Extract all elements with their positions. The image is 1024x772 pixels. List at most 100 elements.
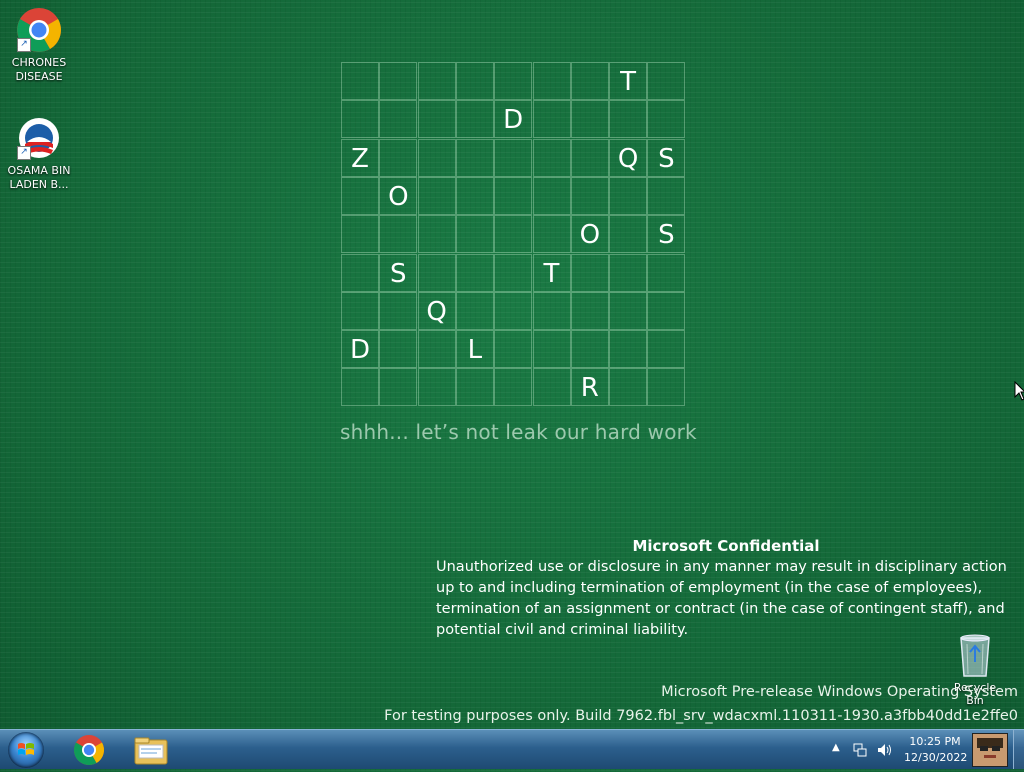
- build-watermark-string: For testing purposes only. Build 7962.fb…: [384, 708, 1018, 724]
- grid-empty-cell: [532, 138, 571, 177]
- grid-empty-cell: [494, 215, 533, 254]
- grid-empty-cell: [341, 253, 379, 292]
- grid-empty-cell: [455, 138, 494, 177]
- desktop-icon-chrome-shortcut[interactable]: ↗ CHRONES DISEASE: [3, 6, 75, 84]
- taskbar-chrome-button[interactable]: [63, 732, 115, 768]
- grid-empty-cell: [570, 62, 609, 100]
- grid-empty-cell: [532, 291, 571, 330]
- grid-empty-cell: [455, 100, 494, 139]
- grid-empty-cell: [647, 291, 686, 330]
- grid-empty-cell: [494, 291, 533, 330]
- taskbar-file-explorer-button[interactable]: [125, 732, 177, 768]
- grid-empty-cell: [570, 176, 609, 215]
- grid-empty-cell: [379, 291, 418, 330]
- show-hidden-icons-icon[interactable]: ▲: [832, 742, 840, 753]
- grid-empty-cell: [341, 176, 379, 215]
- desktop-icon-label: CHRONES DISEASE: [11, 56, 67, 83]
- grid-empty-cell: [532, 215, 571, 254]
- system-clock[interactable]: 10:25 PM 12/30/2022: [904, 734, 968, 766]
- chrome-icon: [73, 735, 105, 766]
- chrome-icon: ↗: [15, 6, 63, 54]
- grid-empty-cell: [647, 368, 686, 407]
- show-desktop-button[interactable]: [1013, 730, 1024, 769]
- build-watermark-title: Microsoft Pre-release Windows Operating …: [661, 684, 1018, 700]
- grid-caption: shhh... let’s not leak our hard work: [340, 420, 697, 444]
- start-button[interactable]: [6, 730, 46, 769]
- mouse-cursor-icon: [1014, 381, 1024, 401]
- grid-empty-cell: [417, 253, 456, 292]
- grid-letter-cell: R: [570, 368, 609, 407]
- grid-empty-cell: [647, 62, 686, 100]
- confidential-body: Unauthorized use or disclosure in any ma…: [436, 559, 1007, 638]
- grid-empty-cell: [379, 330, 418, 369]
- obama-logo-icon: ↗: [15, 114, 63, 162]
- user-avatar[interactable]: [972, 733, 1008, 767]
- grid-empty-cell: [379, 368, 418, 407]
- grid-empty-cell: [570, 330, 609, 369]
- grid-empty-cell: [455, 291, 494, 330]
- grid-empty-cell: [341, 215, 379, 254]
- grid-letter-cell: O: [570, 215, 609, 254]
- grid-empty-cell: [532, 368, 571, 407]
- grid-letter-cell: Q: [609, 138, 648, 177]
- grid-empty-cell: [647, 100, 686, 139]
- grid-empty-cell: [379, 138, 418, 177]
- grid-empty-cell: [494, 253, 533, 292]
- grid-empty-cell: [570, 100, 609, 139]
- grid-empty-cell: [417, 368, 456, 407]
- grid-letter-cell: S: [647, 215, 686, 254]
- grid-empty-cell: [609, 291, 648, 330]
- grid-empty-cell: [494, 138, 533, 177]
- grid-empty-cell: [341, 100, 379, 139]
- grid-empty-cell: [532, 330, 571, 369]
- grid-empty-cell: [341, 368, 379, 407]
- grid-empty-cell: [417, 176, 456, 215]
- desktop-icon-label: OSAMA BIN LADEN B...: [7, 164, 71, 191]
- grid-empty-cell: [532, 176, 571, 215]
- grid-empty-cell: [532, 100, 571, 139]
- grid-empty-cell: [494, 176, 533, 215]
- grid-empty-cell: [494, 368, 533, 407]
- grid-empty-cell: [647, 176, 686, 215]
- grid-empty-cell: [341, 62, 379, 100]
- grid-empty-cell: [609, 330, 648, 369]
- grid-empty-cell: [455, 368, 494, 407]
- grid-empty-cell: [455, 62, 494, 100]
- grid-empty-cell: [570, 291, 609, 330]
- grid-empty-cell: [341, 291, 379, 330]
- grid-letter-cell: S: [647, 138, 686, 177]
- grid-letter-cell: T: [532, 253, 571, 292]
- grid-empty-cell: [417, 215, 456, 254]
- confidential-title: Microsoft Confidential: [632, 537, 820, 555]
- grid-empty-cell: [417, 138, 456, 177]
- grid-empty-cell: [609, 253, 648, 292]
- grid-letter-cell: D: [494, 100, 533, 139]
- grid-letter-cell: O: [379, 176, 418, 215]
- grid-empty-cell: [455, 253, 494, 292]
- grid-empty-cell: [455, 215, 494, 254]
- grid-letter-cell: T: [609, 62, 648, 100]
- grid-letter-cell: Z: [341, 138, 379, 177]
- grid-letter-cell: Q: [417, 291, 456, 330]
- confidential-notice: Microsoft Confidential Unauthorized use …: [436, 536, 1016, 641]
- grid-empty-cell: [570, 138, 609, 177]
- grid-empty-cell: [609, 176, 648, 215]
- grid-empty-cell: [455, 176, 494, 215]
- desktop-icon-osama-shortcut[interactable]: ↗ OSAMA BIN LADEN B...: [3, 114, 75, 192]
- grid-empty-cell: [494, 330, 533, 369]
- clock-date: 12/30/2022: [904, 751, 968, 764]
- file-explorer-icon: [134, 737, 168, 765]
- grid-empty-cell: [532, 62, 571, 100]
- network-icon[interactable]: [852, 742, 868, 762]
- taskbar: ▲ 10:25 PM 12/30/2022: [0, 729, 1024, 769]
- grid-letter-cell: L: [455, 330, 494, 369]
- grid-empty-cell: [570, 253, 609, 292]
- volume-icon[interactable]: [876, 742, 894, 762]
- grid-empty-cell: [609, 215, 648, 254]
- windows-logo-icon: [8, 732, 44, 768]
- letter-grid: TDZQSOOSSTQDLR: [341, 62, 686, 407]
- grid-empty-cell: [494, 62, 533, 100]
- grid-empty-cell: [609, 100, 648, 139]
- grid-empty-cell: [417, 62, 456, 100]
- grid-letter-cell: S: [379, 253, 418, 292]
